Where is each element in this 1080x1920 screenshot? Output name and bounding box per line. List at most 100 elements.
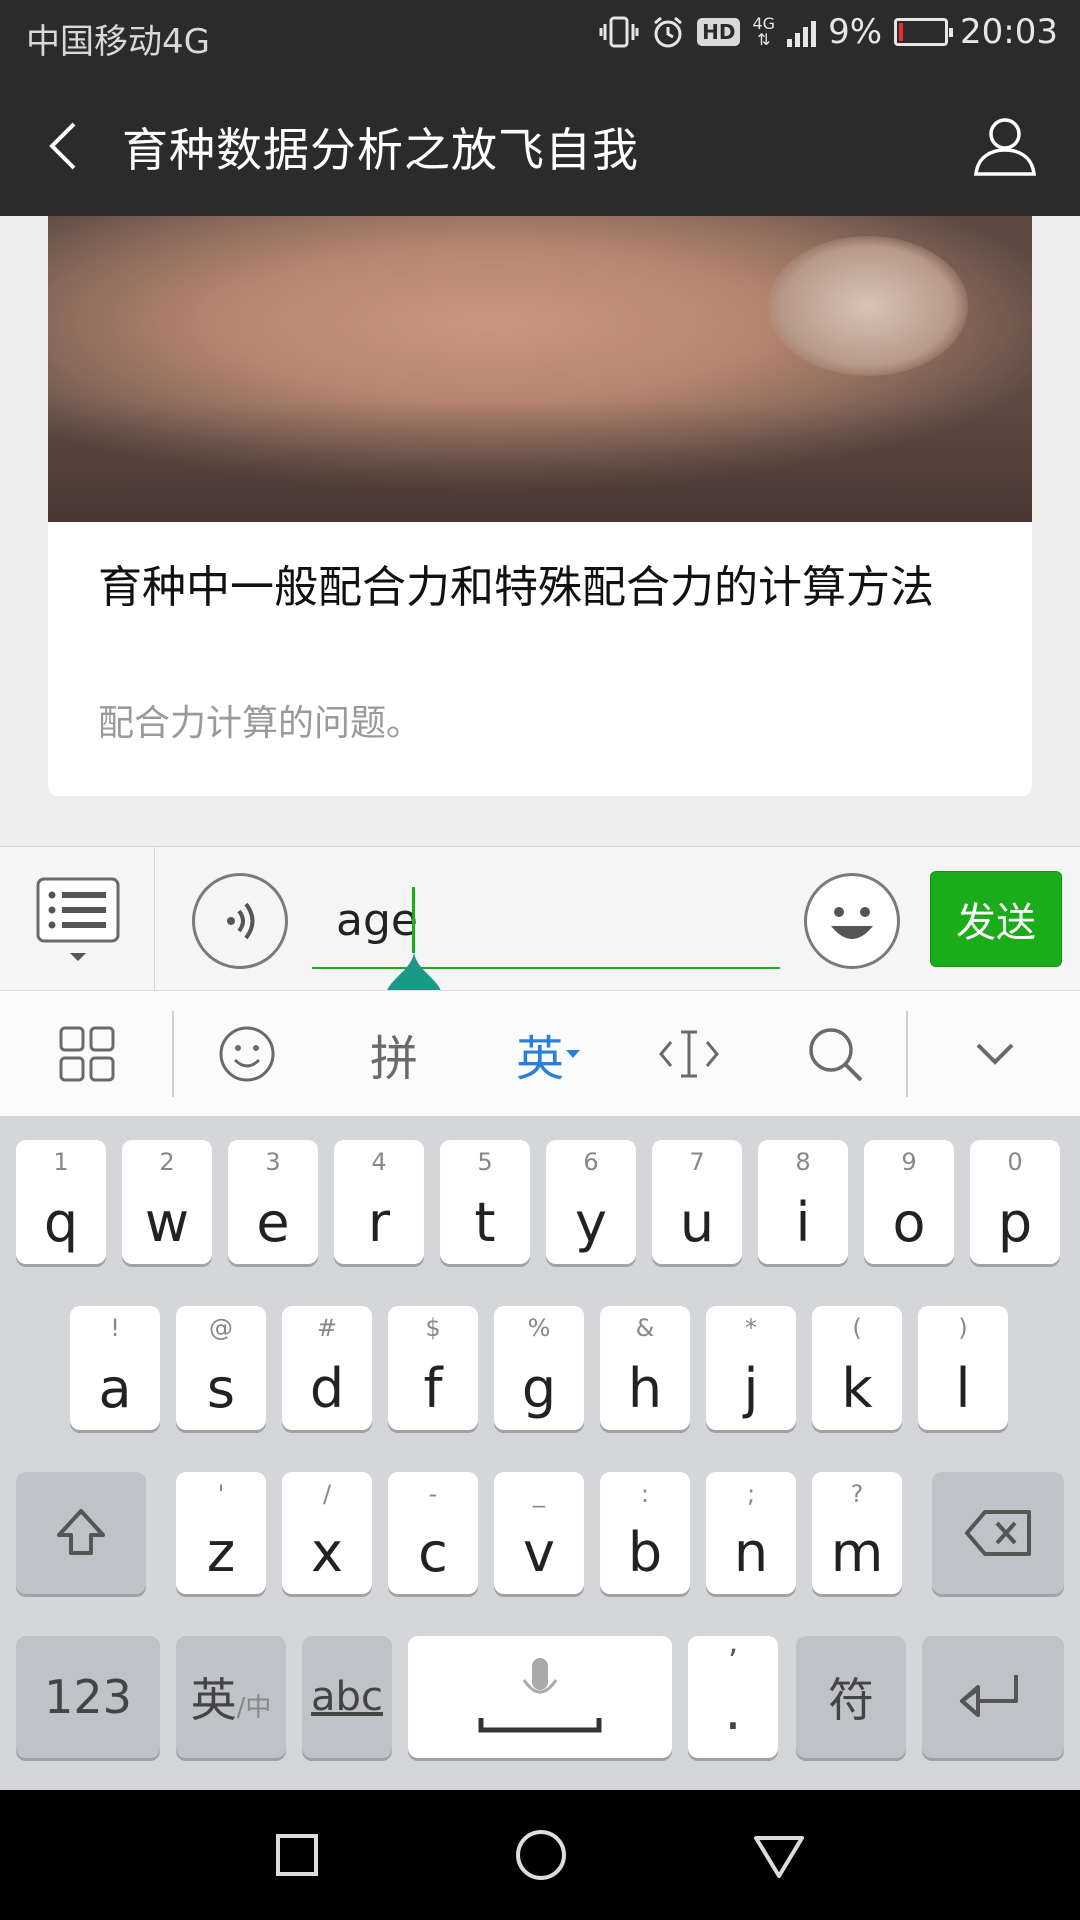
- enter-key[interactable]: [922, 1636, 1064, 1758]
- english-mode-button[interactable]: 英: [504, 1011, 594, 1097]
- key-label: m: [830, 1521, 884, 1584]
- microphone-icon: [478, 1658, 602, 1733]
- menu-list-icon[interactable]: [36, 877, 120, 967]
- abc-key[interactable]: abc: [302, 1636, 392, 1758]
- signal-icon: [787, 17, 817, 47]
- back-arrow-icon[interactable]: [40, 116, 100, 176]
- emoji-icon[interactable]: [804, 873, 900, 969]
- key-secondary-label: 1: [53, 1148, 69, 1176]
- message-input-value: age: [336, 895, 418, 946]
- key-i[interactable]: 8i: [758, 1140, 848, 1264]
- cursor-move-icon[interactable]: [654, 1011, 724, 1097]
- key-a[interactable]: ! a: [70, 1306, 160, 1430]
- key-label: p: [997, 1191, 1033, 1254]
- key-t[interactable]: 5t: [440, 1140, 530, 1264]
- smiley-icon[interactable]: [212, 1011, 282, 1097]
- ime-toolbar: 拼 英: [0, 990, 1080, 1116]
- key-q[interactable]: 1q: [16, 1140, 106, 1264]
- pinyin-mode-button[interactable]: 拼: [354, 1011, 434, 1097]
- key-u[interactable]: 7u: [652, 1140, 742, 1264]
- numbers-key[interactable]: 123: [16, 1636, 160, 1758]
- key-label: b: [627, 1521, 663, 1584]
- divider: [172, 1011, 174, 1097]
- key-label: k: [841, 1357, 873, 1420]
- key-l[interactable]: ) l: [918, 1306, 1008, 1430]
- divider: [154, 847, 155, 991]
- key-h[interactable]: & h: [600, 1306, 690, 1430]
- key-secondary-label: ;: [746, 1480, 756, 1508]
- text-caret: [412, 887, 415, 953]
- key-e[interactable]: 3e: [228, 1140, 318, 1264]
- back-nav-icon[interactable]: [744, 1820, 814, 1890]
- key-label: o: [892, 1191, 926, 1254]
- key-g[interactable]: % g: [494, 1306, 584, 1430]
- page-title: 育种数据分析之放飞自我: [122, 123, 639, 177]
- key-label: d: [309, 1357, 345, 1420]
- key-secondary-label: ': [217, 1480, 225, 1508]
- key-secondary-label: 0: [1007, 1148, 1023, 1176]
- key-m[interactable]: ? m: [812, 1472, 902, 1594]
- key-x[interactable]: / x: [282, 1472, 372, 1594]
- key-f[interactable]: $ f: [388, 1306, 478, 1430]
- home-icon[interactable]: [506, 1820, 576, 1890]
- symbols-key[interactable]: 符: [796, 1636, 906, 1758]
- key-secondary-label: 8: [795, 1148, 811, 1176]
- enter-arrow-icon: [960, 1675, 1018, 1717]
- period-key[interactable]: ’ .: [688, 1636, 778, 1758]
- key-secondary-label: 6: [583, 1148, 599, 1176]
- space-key[interactable]: [408, 1636, 672, 1758]
- article-card[interactable]: 育种中一般配合力和特殊配合力的计算方法 配合力计算的问题。: [48, 216, 1032, 796]
- key-b[interactable]: :b: [600, 1472, 690, 1594]
- backspace-key[interactable]: [932, 1472, 1064, 1594]
- key-secondary-label: 7: [689, 1148, 705, 1176]
- key-label: h: [627, 1357, 663, 1420]
- alarm-icon: [651, 15, 685, 49]
- voice-input-icon[interactable]: [192, 873, 288, 969]
- key-s[interactable]: @ s: [176, 1306, 266, 1430]
- collapse-keyboard-icon[interactable]: [960, 1011, 1030, 1097]
- key-y[interactable]: 6y: [546, 1140, 636, 1264]
- key-secondary-label: 5: [477, 1148, 493, 1176]
- key-w[interactable]: 2w: [122, 1140, 212, 1264]
- key-secondary-label: @: [209, 1314, 233, 1342]
- hd-icon: HD: [697, 18, 741, 46]
- divider: [906, 1011, 908, 1097]
- key-secondary-label: 9: [901, 1148, 917, 1176]
- key-label: n: [733, 1521, 769, 1584]
- key-secondary-label: $: [425, 1314, 441, 1342]
- key-v[interactable]: _ v: [494, 1472, 584, 1594]
- key-z[interactable]: ' z: [176, 1472, 266, 1594]
- send-button[interactable]: 发送: [930, 871, 1062, 967]
- key-label: r: [367, 1191, 391, 1254]
- key-secondary-label: 2: [159, 1148, 175, 1176]
- key-label: q: [43, 1191, 79, 1254]
- message-input[interactable]: age: [312, 877, 780, 969]
- key-label: c: [418, 1521, 448, 1584]
- key-secondary-label: %: [527, 1314, 551, 1342]
- key-j[interactable]: * j: [706, 1306, 796, 1430]
- shift-arrow-icon: [57, 1509, 105, 1555]
- article-title: 育种中一般配合力和特殊配合力的计算方法: [98, 562, 934, 613]
- clock: 20:03: [960, 12, 1058, 52]
- person-icon[interactable]: [970, 112, 1040, 182]
- key-secondary-label: !: [110, 1314, 120, 1342]
- key-c[interactable]: -c: [388, 1472, 478, 1594]
- key-o[interactable]: 9o: [864, 1140, 954, 1264]
- grid-apps-icon[interactable]: [52, 1011, 122, 1097]
- key-secondary-label: ?: [850, 1480, 864, 1508]
- shift-key[interactable]: [16, 1472, 146, 1594]
- key-secondary-label: -: [428, 1480, 438, 1508]
- key-secondary-label: 4: [371, 1148, 387, 1176]
- recents-icon[interactable]: [262, 1820, 332, 1890]
- language-switch-key[interactable]: 英/中: [176, 1636, 286, 1758]
- chat-content[interactable]: 育种中一般配合力和特殊配合力的计算方法 配合力计算的问题。: [0, 216, 1080, 846]
- key-r[interactable]: 4r: [334, 1140, 424, 1264]
- key-label: v: [523, 1521, 555, 1584]
- key-p[interactable]: 0p: [970, 1140, 1060, 1264]
- search-icon[interactable]: [800, 1011, 870, 1097]
- key-label: x: [311, 1521, 343, 1584]
- key-n[interactable]: ; n: [706, 1472, 796, 1594]
- network-type-icon: 4G ⇅: [752, 14, 776, 49]
- key-k[interactable]: (k: [812, 1306, 902, 1430]
- key-d[interactable]: # d: [282, 1306, 372, 1430]
